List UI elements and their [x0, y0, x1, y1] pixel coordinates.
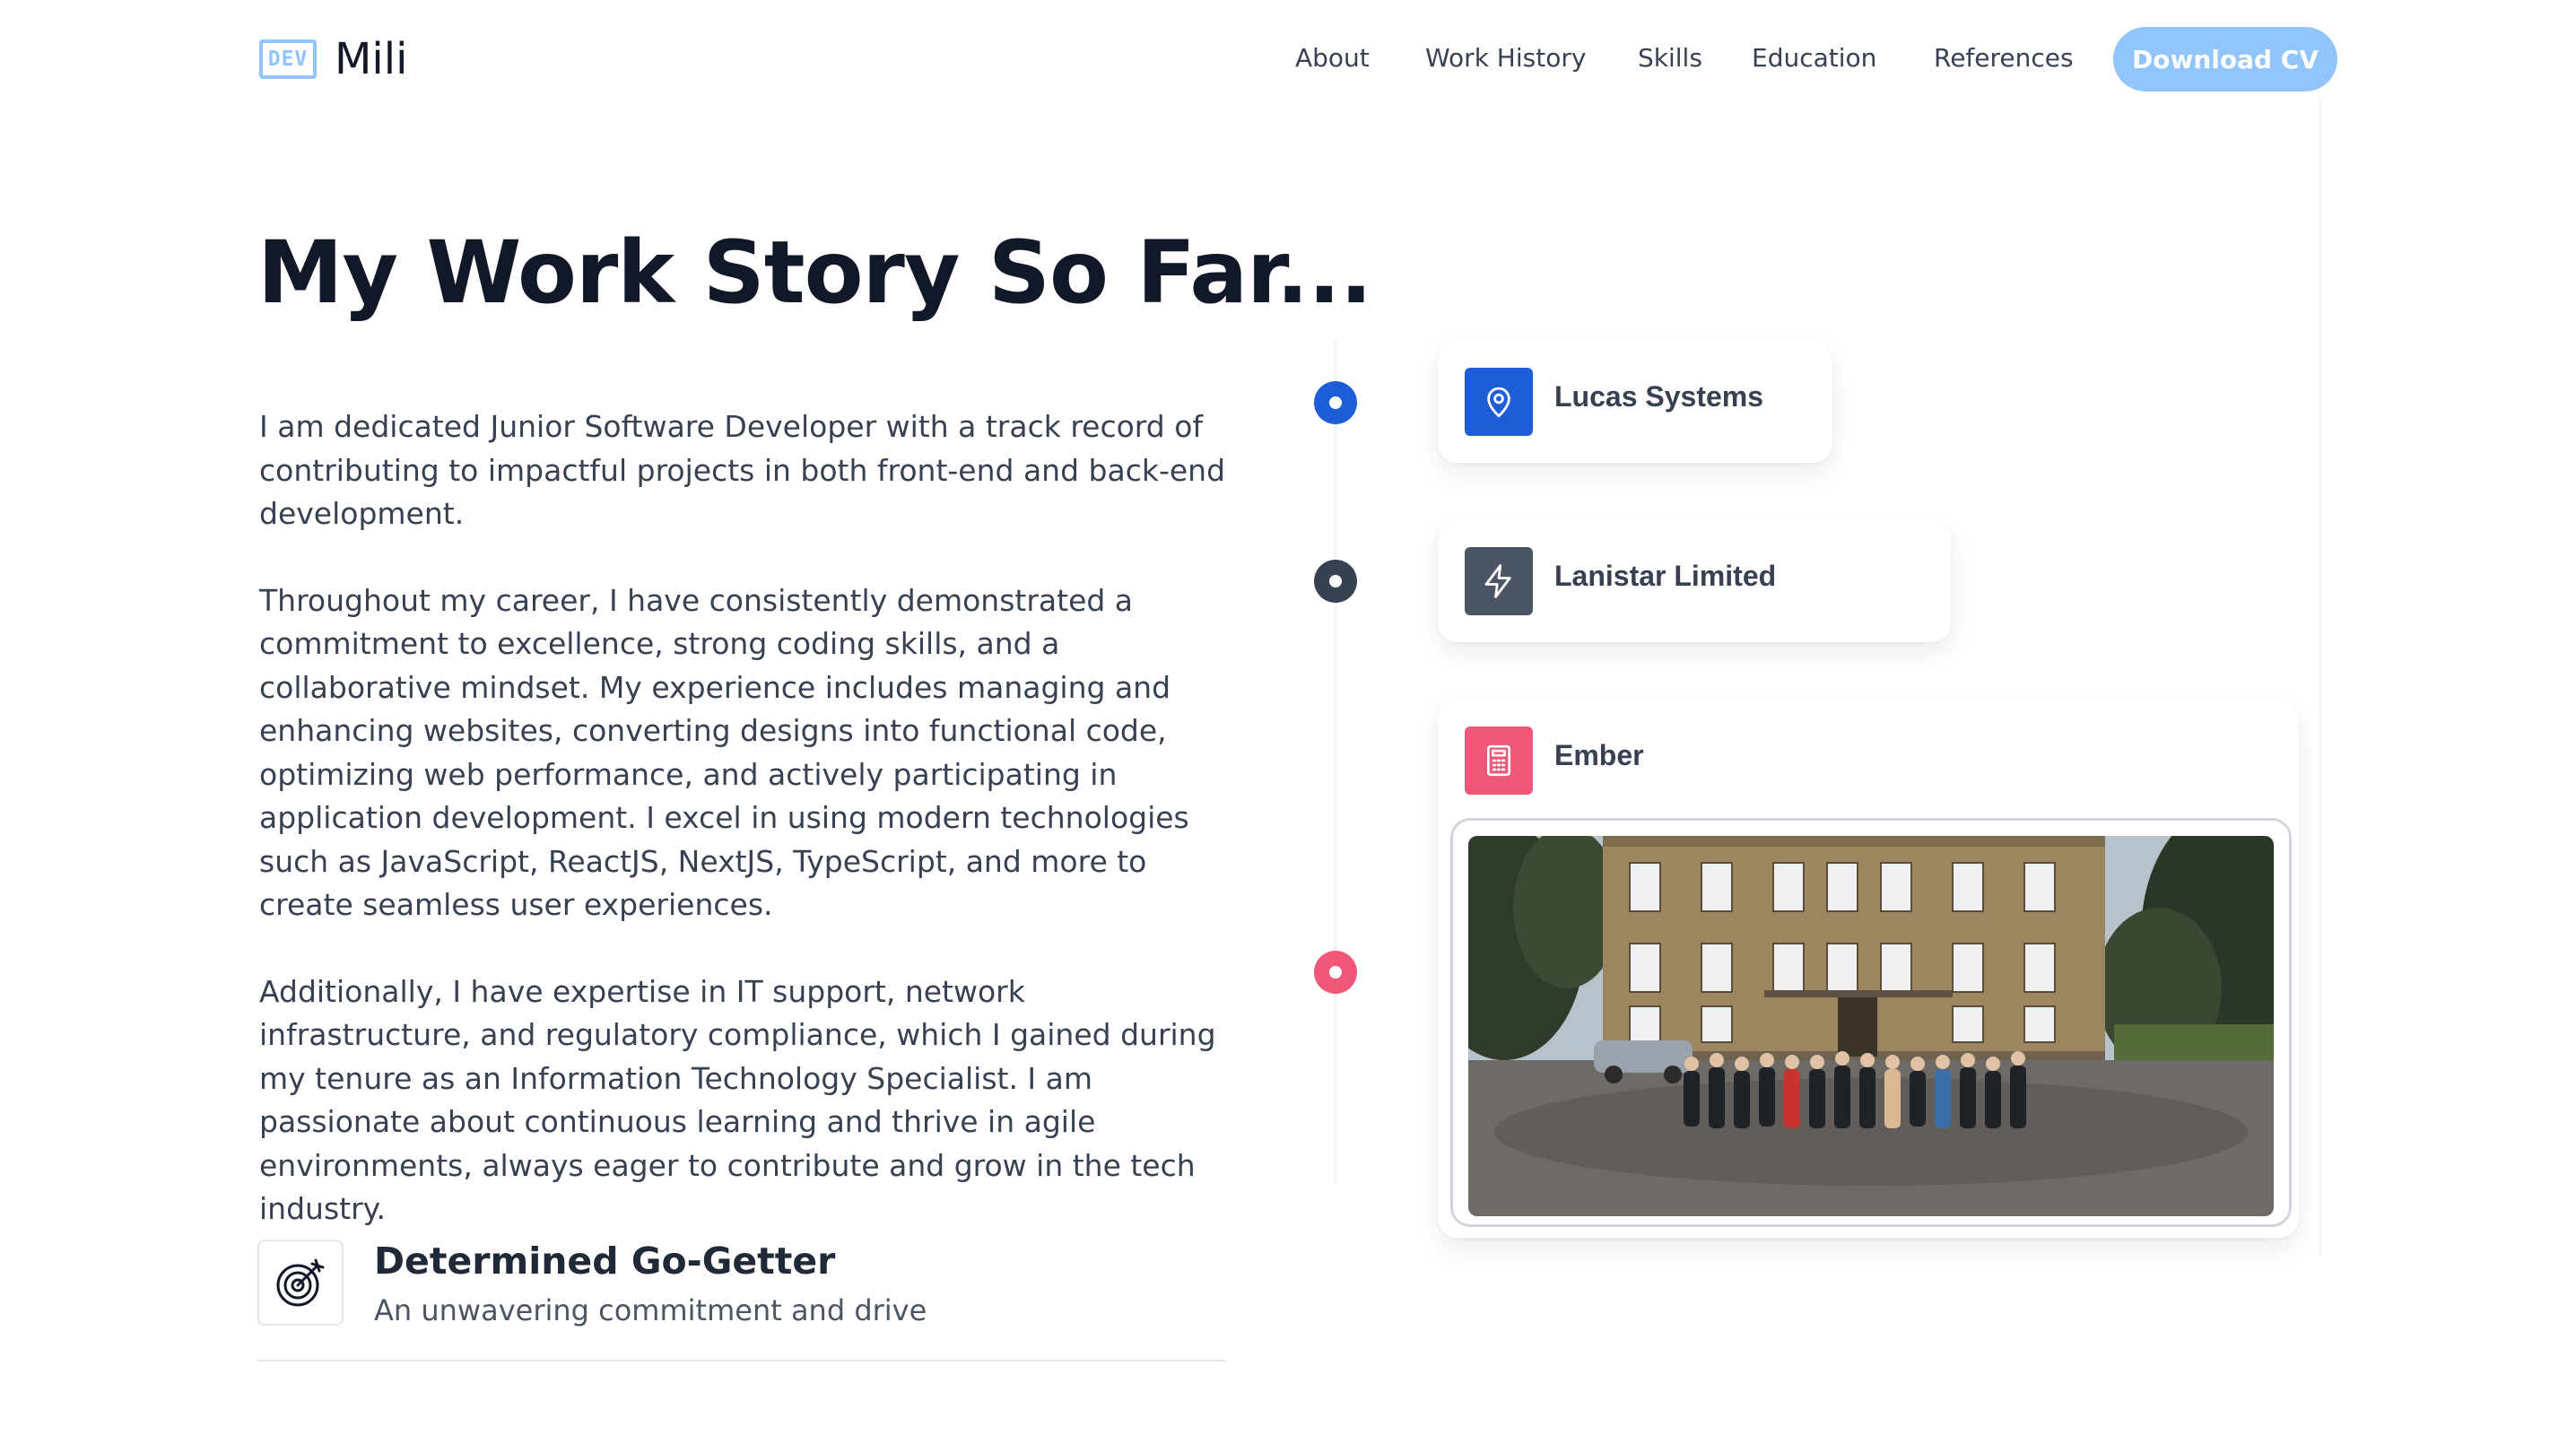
lightning-icon [1465, 547, 1533, 615]
map-pin-icon [1465, 368, 1533, 436]
bio-paragraph: Throughout my career, I have consistentl… [259, 582, 1189, 923]
bio-paragraph: I am dedicated Junior Software Developer… [259, 409, 1226, 531]
timeline-dot-lanistar[interactable] [1314, 560, 1357, 603]
nav-education[interactable]: Education [1752, 43, 1876, 73]
timeline-dot-lucas[interactable] [1314, 381, 1357, 424]
trait-title: Determined Go-Getter [374, 1240, 836, 1283]
team-photo [1468, 836, 2274, 1216]
page-title: My Work Story So Far... [257, 222, 1372, 323]
dev-logo-icon: DEV [259, 39, 317, 79]
trait-item: Determined Go-Getter An unwavering commi… [257, 1240, 1226, 1362]
trait-subtitle: An unwavering commitment and drive [374, 1293, 927, 1327]
site-header: DEV Mili About Work History Skills Educa… [0, 0, 2576, 117]
company-name: Lucas Systems [1554, 380, 1764, 413]
timeline-line [1334, 341, 1337, 1184]
company-name: Ember [1554, 739, 1644, 771]
download-cv-button[interactable]: Download CV [2113, 27, 2337, 91]
timeline-dot-ember[interactable] [1314, 951, 1357, 994]
target-icon [257, 1240, 344, 1326]
company-card-ember[interactable]: Ember [1438, 700, 2299, 1238]
company-card-lanistar-limited[interactable]: Lanistar Limited [1438, 520, 1951, 642]
bio-paragraph: Additionally, I have expertise in IT sup… [259, 973, 1216, 1227]
section-divider [2319, 99, 2321, 1256]
calculator-icon [1465, 726, 1533, 795]
team-photo-frame [1450, 818, 2292, 1227]
nav-work-history[interactable]: Work History [1425, 43, 1586, 73]
nav-references[interactable]: References [1934, 43, 2074, 73]
logo-name: Mili [335, 34, 408, 84]
company-name: Lanistar Limited [1554, 560, 1777, 592]
site-logo[interactable]: DEV Mili [259, 34, 407, 84]
nav-skills[interactable]: Skills [1638, 43, 1702, 73]
bio-section: I am dedicated Junior Software Developer… [259, 405, 1246, 1275]
nav-about[interactable]: About [1295, 43, 1370, 73]
company-card-lucas-systems[interactable]: Lucas Systems [1438, 341, 1832, 463]
